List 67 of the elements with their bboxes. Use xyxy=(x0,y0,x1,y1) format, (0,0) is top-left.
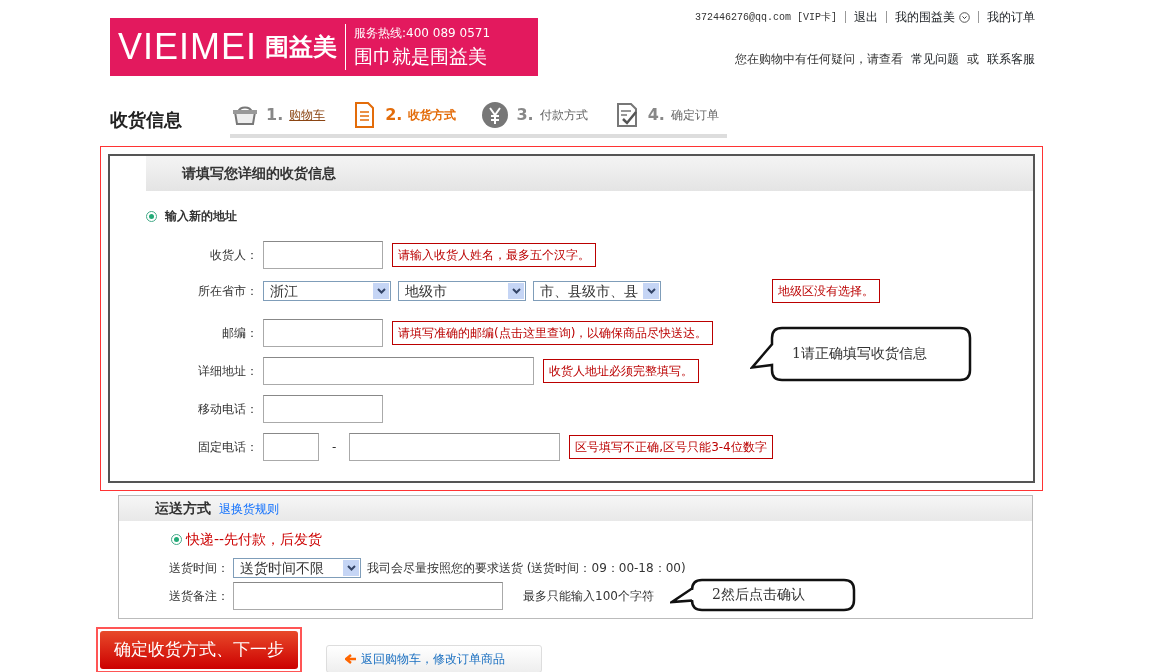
section-title: 运送方式 xyxy=(155,499,211,518)
rules-link[interactable]: 退换货规则 xyxy=(219,499,279,518)
option-label: 输入新的地址 xyxy=(165,208,237,225)
step-number: 1. xyxy=(266,104,284,126)
text-field[interactable] xyxy=(263,395,383,423)
field-label: 移动电话： xyxy=(197,401,258,418)
postcode-link[interactable]: 邮编(点击这里查询) xyxy=(470,326,576,340)
step-number: 2. xyxy=(385,104,403,126)
hint-message: 请填写准确的邮编(点击这里查询)，以确保商品尽快送达。 xyxy=(392,321,714,345)
phone-field[interactable] xyxy=(349,433,561,461)
contact-link[interactable]: 联系客服 xyxy=(987,50,1035,68)
dropdown[interactable]: 浙江 xyxy=(263,281,391,301)
back-button[interactable]: 返回购物车，修改订单商品 xyxy=(326,644,542,672)
dropdown[interactable]: 地级市 xyxy=(398,281,526,301)
confirm-button[interactable]: 确定收货方式、下一步 xyxy=(100,631,298,669)
chevron-down-icon xyxy=(646,288,656,294)
dash-text: - xyxy=(331,439,338,456)
account-link[interactable]: 我的订单 xyxy=(987,8,1035,26)
text-field[interactable] xyxy=(263,319,383,347)
step-label: 确定订单 xyxy=(670,107,719,124)
hotline-text: 服务热线:400 089 0571 xyxy=(354,24,491,42)
callout-text: 2然后点击确认 xyxy=(712,585,805,604)
radio-button[interactable] xyxy=(171,534,182,545)
or-text: 或 xyxy=(967,51,979,68)
radio-button[interactable] xyxy=(146,210,157,222)
field-label: 送货时间： xyxy=(169,560,229,577)
field-label: 固定电话： xyxy=(197,439,258,456)
remark-field[interactable] xyxy=(233,582,503,610)
field-label: 所在省市： xyxy=(197,283,258,300)
callout-text: 1请正确填写收货信息 xyxy=(792,344,927,363)
account-dropdown[interactable]: 我的围益美 xyxy=(895,8,970,26)
chevron-down-icon xyxy=(346,565,356,571)
chevron-down-icon xyxy=(511,288,521,294)
dropdown[interactable]: 送货时间不限 xyxy=(233,558,361,578)
section-title: 请填写您详细的收货信息 xyxy=(146,156,1033,191)
step-label[interactable]: 购物车 xyxy=(289,106,326,124)
step-number: 3. xyxy=(516,104,534,126)
logo-name-text: 围益美 xyxy=(265,32,338,63)
hint-message: 地级区没有选择。 xyxy=(772,279,880,303)
field-label: 收货人： xyxy=(209,247,258,264)
note-text: 我司会尽量按照您的要求送货 (送货时间：09：00-18：00) xyxy=(367,560,686,577)
text-field[interactable] xyxy=(263,241,383,269)
account-link[interactable]: 退出 xyxy=(854,8,878,26)
step-label: 付款方式 xyxy=(539,107,588,124)
account-email: 372446276@qq.com [VIP卡] xyxy=(694,10,837,25)
field-label: 送货备注： xyxy=(169,588,229,605)
area-code-field[interactable] xyxy=(263,433,319,461)
faq-link[interactable]: 常见问题 xyxy=(911,50,959,68)
text-field[interactable] xyxy=(263,357,534,385)
note-text: 最多只能输入100个字符 xyxy=(523,588,654,605)
field-label: 邮编： xyxy=(221,325,258,342)
page-title: 收货信息 xyxy=(110,107,182,132)
yen-coin-icon xyxy=(480,100,511,130)
dropdown[interactable]: 市、县级市、县 xyxy=(533,281,661,301)
slogan-text: 围巾就是围益美 xyxy=(354,43,489,69)
option-label: 快递--先付款，后发货 xyxy=(186,530,323,549)
hint-message: 收货人地址必须完整填写。 xyxy=(543,359,699,383)
field-label: 详细地址： xyxy=(197,363,258,380)
hint-message: 区号填写不正确,区号只能3-4位数字 xyxy=(569,435,773,459)
hint-message: 请输入收货人姓名，最多五个汉字。 xyxy=(392,243,596,267)
arrow-left-icon xyxy=(345,653,357,664)
chevron-down-icon xyxy=(376,288,386,294)
help-text: 您在购物中有任何疑问，请查看 xyxy=(735,51,903,68)
step-number: 4. xyxy=(647,104,665,126)
chevron-down-icon xyxy=(959,11,970,23)
logo-brand-text: VIEIMEI xyxy=(118,25,258,69)
step-label: 收货方式 xyxy=(408,107,457,124)
